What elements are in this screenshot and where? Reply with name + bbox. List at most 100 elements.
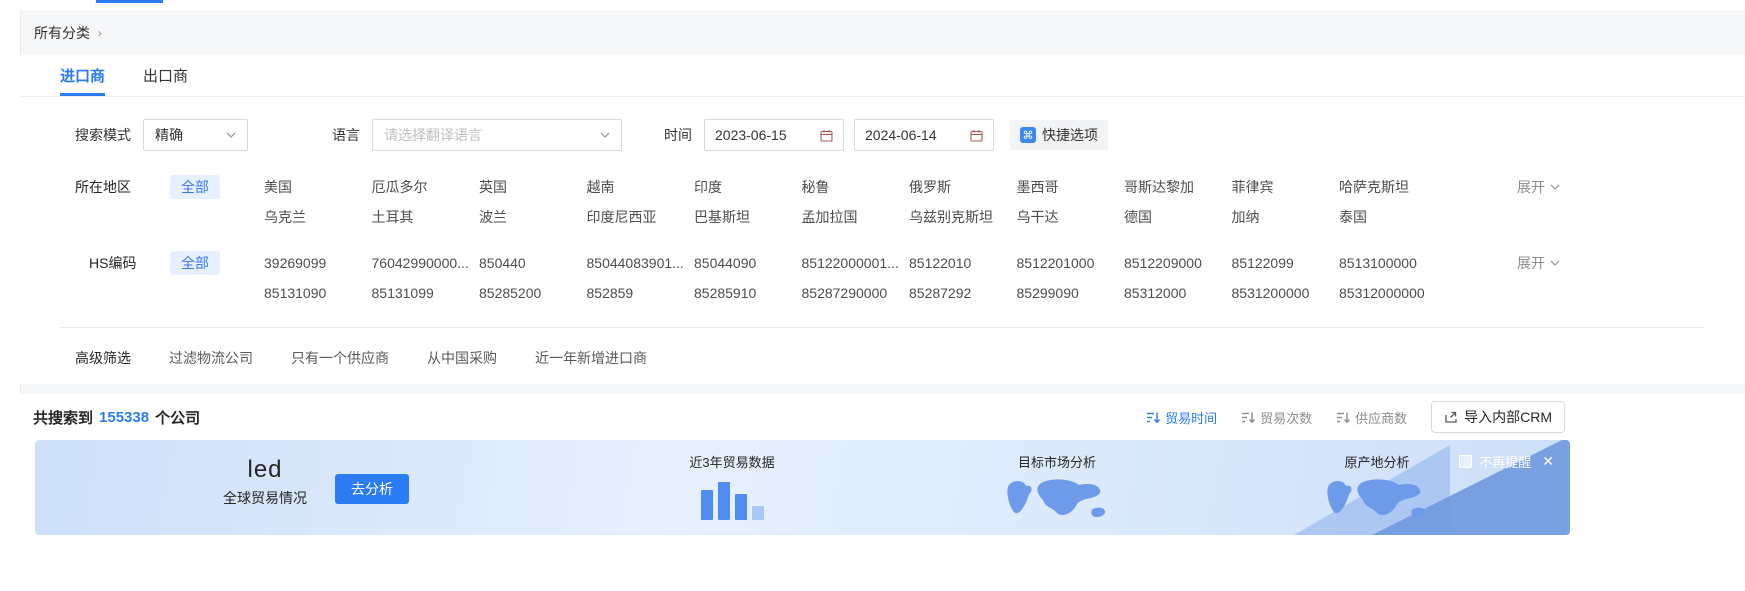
breadcrumb-bar: 所有分类 › bbox=[20, 10, 1745, 55]
language-label: 语言 bbox=[332, 125, 360, 145]
breadcrumb[interactable]: 所有分类 › bbox=[34, 23, 102, 43]
region-option[interactable]: 越南 bbox=[587, 175, 695, 199]
import-crm-button[interactable]: 导入内部CRM bbox=[1431, 401, 1565, 433]
hs-code-option[interactable]: 850440 bbox=[479, 251, 587, 275]
keyword-column: led 全球贸易情况 bbox=[223, 456, 307, 508]
advanced-options: 过滤物流公司 只有一个供应商 从中国采购 近一年新增进口商 bbox=[169, 348, 647, 368]
quick-options-label: 快捷选项 bbox=[1042, 125, 1098, 145]
region-option[interactable]: 厄瓜多尔 bbox=[372, 175, 480, 199]
region-option[interactable]: 印度尼西亚 bbox=[587, 205, 695, 229]
region-option[interactable]: 泰国 bbox=[1339, 205, 1447, 229]
hs-code-option[interactable]: 852859 bbox=[587, 281, 695, 305]
banner-item-target-market[interactable]: 目标市场分析 bbox=[982, 452, 1132, 523]
chevron-down-icon bbox=[600, 132, 610, 138]
hs-code-option[interactable]: 85287292 bbox=[909, 281, 1017, 305]
date-to-input[interactable]: 2024-06-14 bbox=[854, 119, 994, 151]
close-icon[interactable]: ✕ bbox=[1542, 453, 1554, 470]
region-option[interactable]: 英国 bbox=[479, 175, 587, 199]
region-option[interactable]: 巴基斯坦 bbox=[694, 205, 802, 229]
region-option[interactable]: 加纳 bbox=[1232, 205, 1340, 229]
region-option[interactable]: 哥斯达黎加 bbox=[1124, 175, 1232, 199]
region-option[interactable]: 乌兹别克斯坦 bbox=[909, 205, 1017, 229]
region-option[interactable]: 乌干达 bbox=[1017, 205, 1125, 229]
chart-bar bbox=[752, 506, 764, 520]
date-from-value: 2023-06-15 bbox=[715, 127, 787, 143]
hs-code-option[interactable]: 76042990000... bbox=[372, 251, 480, 275]
region-option[interactable]: 秘鲁 bbox=[802, 175, 910, 199]
region-option[interactable]: 美国 bbox=[264, 175, 372, 199]
advanced-option[interactable]: 从中国采购 bbox=[427, 348, 497, 368]
language-select[interactable]: 请选择翻译语言 bbox=[372, 119, 622, 151]
region-option[interactable]: 菲律宾 bbox=[1232, 175, 1340, 199]
region-all-tag[interactable]: 全部 bbox=[170, 175, 220, 199]
sort-option[interactable]: 供应商数 bbox=[1336, 408, 1407, 427]
region-option[interactable]: 德国 bbox=[1124, 205, 1232, 229]
expand-label: 展开 bbox=[1517, 251, 1545, 275]
filter-row: 搜索模式 精确 语言 请选择翻译语言 时间 2023-06-15 2024-06… bbox=[20, 119, 1745, 151]
advanced-option[interactable]: 过滤物流公司 bbox=[169, 348, 253, 368]
results-prefix: 共搜索到 bbox=[33, 407, 93, 428]
hs-code-option[interactable]: 85122099 bbox=[1232, 251, 1340, 275]
hs-expand-toggle[interactable]: 展开 bbox=[1517, 251, 1560, 275]
sort-option[interactable]: 贸易次数 bbox=[1241, 408, 1312, 427]
search-mode-select[interactable]: 精确 bbox=[143, 119, 248, 151]
banner-item-trade-data[interactable]: 近3年贸易数据 bbox=[657, 452, 807, 520]
region-option[interactable]: 哈萨克斯坦 bbox=[1339, 175, 1447, 199]
region-option[interactable]: 土耳其 bbox=[372, 205, 480, 229]
hs-code-option[interactable]: 85312000000 bbox=[1339, 281, 1447, 305]
hs-code-option[interactable]: 85122000001... bbox=[802, 251, 910, 275]
chevron-down-icon bbox=[226, 132, 236, 138]
sort-label: 贸易时间 bbox=[1165, 408, 1217, 427]
tab[interactable]: 进口商 bbox=[60, 55, 105, 96]
keyword-subtitle: 全球贸易情况 bbox=[223, 488, 307, 508]
hs-code-option[interactable]: 8531200000 bbox=[1232, 281, 1340, 305]
time-label: 时间 bbox=[664, 125, 692, 145]
analysis-promo-banner: led 全球贸易情况 去分析 近3年贸易数据 目标市场分析 原产地分析 bbox=[35, 440, 1570, 535]
region-option[interactable]: 孟加拉国 bbox=[802, 205, 910, 229]
expand-label: 展开 bbox=[1517, 175, 1545, 199]
advanced-option[interactable]: 只有一个供应商 bbox=[291, 348, 389, 368]
region-option[interactable]: 乌克兰 bbox=[264, 205, 372, 229]
hs-code-option[interactable]: 85044090 bbox=[694, 251, 802, 275]
region-option[interactable]: 波兰 bbox=[479, 205, 587, 229]
hs-code-option[interactable]: 85131090 bbox=[264, 281, 372, 305]
hs-code-option[interactable]: 85285200 bbox=[479, 281, 587, 305]
banner-item-title: 近3年贸易数据 bbox=[657, 452, 807, 471]
banner-item-origin[interactable]: 原产地分析 bbox=[1302, 452, 1452, 523]
search-mode-value: 精确 bbox=[155, 125, 183, 145]
analyze-button[interactable]: 去分析 bbox=[335, 474, 409, 504]
tab[interactable]: 出口商 bbox=[143, 55, 188, 96]
dont-remind-label: 不再提醒 bbox=[1479, 452, 1531, 471]
hs-code-option[interactable]: 85287290000 bbox=[802, 281, 910, 305]
hs-code-option[interactable]: 85285910 bbox=[694, 281, 802, 305]
chart-bar bbox=[735, 494, 747, 520]
dont-remind-checkbox[interactable] bbox=[1459, 455, 1472, 468]
chevron-down-icon bbox=[1550, 184, 1560, 190]
hs-code-option[interactable]: 8512209000 bbox=[1124, 251, 1232, 275]
hs-code-option[interactable]: 8512201000 bbox=[1017, 251, 1125, 275]
sort-option[interactable]: 贸易时间 bbox=[1146, 408, 1217, 427]
date-to-value: 2024-06-14 bbox=[865, 127, 937, 143]
banner-keyword-block: led 全球贸易情况 去分析 bbox=[223, 456, 409, 508]
advanced-option[interactable]: 近一年新增进口商 bbox=[535, 348, 647, 368]
region-option[interactable]: 印度 bbox=[694, 175, 802, 199]
hs-code-option[interactable]: 8513100000 bbox=[1339, 251, 1447, 275]
chart-bar bbox=[718, 482, 730, 520]
hs-code-option[interactable]: 39269099 bbox=[264, 251, 372, 275]
hs-code-option[interactable]: 85131099 bbox=[372, 281, 480, 305]
results-count: 155338 bbox=[99, 409, 149, 426]
chevron-down-icon bbox=[1550, 260, 1560, 266]
import-crm-label: 导入内部CRM bbox=[1464, 407, 1552, 427]
quick-options-button[interactable]: ⌘ 快捷选项 bbox=[1010, 120, 1108, 150]
hs-code-option[interactable]: 85122010 bbox=[909, 251, 1017, 275]
hs-code-option[interactable]: 85299090 bbox=[1017, 281, 1125, 305]
hs-code-option[interactable]: 85044083901... bbox=[587, 251, 695, 275]
hs-code-option[interactable]: 85312000 bbox=[1124, 281, 1232, 305]
world-map-icon bbox=[1302, 477, 1452, 523]
date-from-input[interactable]: 2023-06-15 bbox=[704, 119, 844, 151]
region-expand-toggle[interactable]: 展开 bbox=[1517, 175, 1560, 199]
hs-all-tag[interactable]: 全部 bbox=[170, 251, 220, 275]
sort-label: 供应商数 bbox=[1355, 408, 1407, 427]
region-option[interactable]: 俄罗斯 bbox=[909, 175, 1017, 199]
region-option[interactable]: 墨西哥 bbox=[1017, 175, 1125, 199]
